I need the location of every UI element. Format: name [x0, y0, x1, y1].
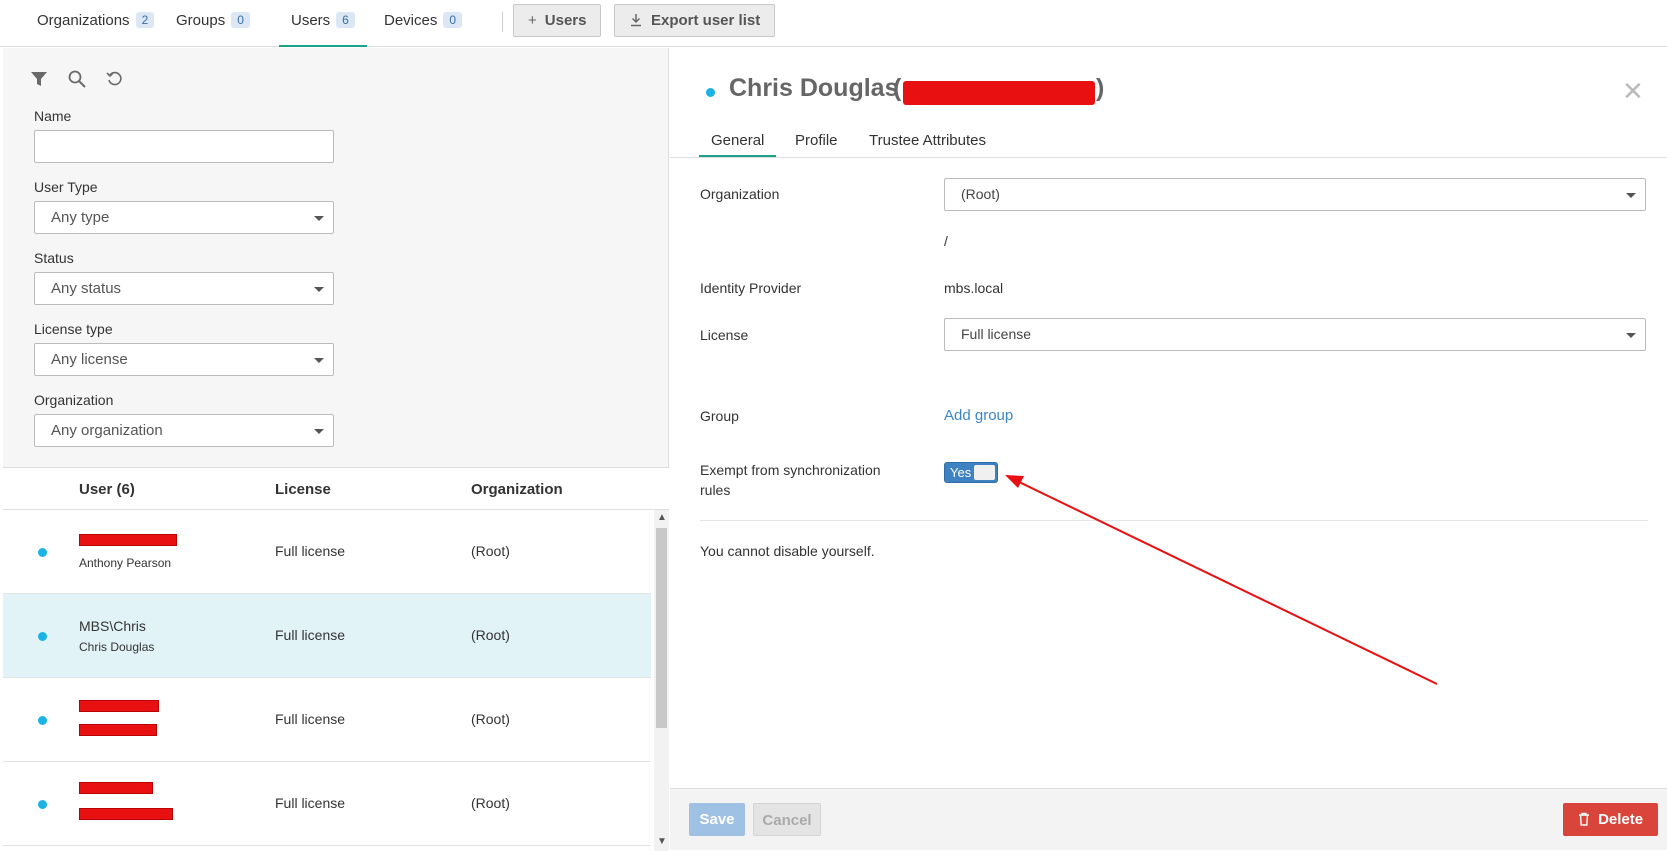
chevron-down-icon	[314, 287, 324, 292]
tab-organizations[interactable]: Organizations 2	[37, 0, 155, 47]
status-select[interactable]: Any status	[34, 272, 334, 305]
count-badge: 2	[135, 12, 155, 28]
user-detail-panel	[670, 48, 1667, 850]
column-license[interactable]: License	[275, 481, 331, 498]
trash-icon	[1578, 811, 1598, 828]
chevron-down-icon	[314, 358, 324, 363]
table-row[interactable]: MBS\Chris Chris Douglas Full license (Ro…	[3, 594, 651, 678]
download-icon	[629, 5, 643, 36]
status-dot	[38, 632, 47, 641]
license-label: License	[700, 327, 749, 343]
status-dot	[38, 800, 47, 809]
organization-label: Organization	[700, 186, 780, 202]
license-type-select[interactable]: Any license	[34, 343, 334, 376]
organization-select[interactable]: Any organization	[34, 414, 334, 447]
status-dot	[38, 548, 47, 557]
tab-general[interactable]: General	[699, 132, 777, 157]
org-path: /	[944, 233, 948, 249]
filter-icon[interactable]	[30, 70, 50, 90]
close-icon[interactable]: ✕	[1622, 76, 1644, 107]
search-icon[interactable]	[68, 70, 88, 90]
disable-note: You cannot disable yourself.	[700, 543, 875, 559]
license-type-label: License type	[34, 321, 113, 337]
chevron-down-icon	[1626, 193, 1636, 198]
tab-divider	[670, 157, 1667, 158]
count-badge: 0	[231, 12, 250, 28]
table-header: User (6) License Organization	[3, 468, 669, 510]
toggle-knob	[974, 465, 995, 480]
tab-groups[interactable]: Groups 0	[176, 0, 250, 47]
top-nav: Organizations 2 Groups 0 Users 6 Devices 0 +…	[0, 0, 1667, 47]
table-scrollbar[interactable]: ▲ ▼	[654, 510, 669, 851]
user-type-label: User Type	[34, 179, 98, 195]
table-row[interactable]: Anthony Pearson Full license (Root)	[3, 510, 651, 594]
redaction	[79, 782, 153, 794]
users-table: User (6) License Organization Anthony Pe…	[3, 467, 669, 851]
group-label: Group	[700, 408, 739, 424]
status-label: Status	[34, 250, 74, 266]
add-group-link[interactable]: Add group	[944, 407, 1013, 424]
redaction	[79, 808, 173, 820]
identity-provider-label: Identity Provider	[700, 280, 802, 296]
chevron-down-icon	[1626, 333, 1636, 338]
export-user-list-button[interactable]: Export user list	[614, 4, 776, 37]
tab-trustee-attributes[interactable]: Trustee Attributes	[869, 132, 986, 157]
tab-profile[interactable]: Profile	[795, 132, 838, 157]
exempt-label-line2: rules	[700, 482, 731, 498]
user-title: Chris Douglas	[729, 74, 899, 102]
redaction	[79, 700, 159, 712]
status-dot	[706, 88, 715, 97]
count-badge: 6	[336, 12, 355, 28]
title-paren: (	[893, 74, 902, 102]
redaction	[903, 81, 1095, 105]
tab-users[interactable]: Users 6	[279, 0, 367, 47]
exempt-sync-toggle[interactable]: Yes	[944, 462, 998, 483]
table-row[interactable]: Full license (Root)	[3, 762, 651, 846]
chevron-up-icon[interactable]: ▲	[657, 512, 667, 523]
add-users-button[interactable]: + Users	[513, 4, 602, 37]
cancel-button[interactable]: Cancel	[753, 803, 821, 836]
identity-provider-value: mbs.local	[944, 280, 1004, 296]
save-button[interactable]: Save	[689, 803, 745, 836]
chevron-down-icon	[314, 216, 324, 221]
exempt-label: Exempt from synchronization	[700, 462, 881, 478]
title-paren: )	[1096, 74, 1105, 102]
name-input[interactable]	[34, 130, 334, 163]
table-row[interactable]: Full license (Root)	[3, 678, 651, 762]
count-badge: 0	[443, 12, 463, 28]
column-organization[interactable]: Organization	[471, 481, 563, 498]
redaction	[79, 534, 177, 546]
organization-label: Organization	[34, 392, 114, 408]
plus-icon: +	[528, 12, 537, 29]
divider	[502, 12, 503, 32]
tab-devices[interactable]: Devices 0	[384, 0, 463, 47]
chevron-down-icon	[314, 429, 324, 434]
column-user[interactable]: User (6)	[79, 481, 135, 498]
redaction	[79, 724, 157, 736]
reset-icon[interactable]	[106, 70, 126, 90]
delete-button[interactable]: Delete	[1563, 803, 1658, 836]
user-type-select[interactable]: Any type	[34, 201, 334, 234]
status-dot	[38, 716, 47, 725]
divider	[700, 520, 1648, 521]
license-select[interactable]: Full license	[944, 318, 1646, 351]
organization-select[interactable]: (Root)	[944, 178, 1646, 211]
name-label: Name	[34, 108, 72, 124]
chevron-down-icon[interactable]: ▼	[657, 836, 667, 847]
scrollbar-thumb[interactable]	[656, 528, 667, 728]
